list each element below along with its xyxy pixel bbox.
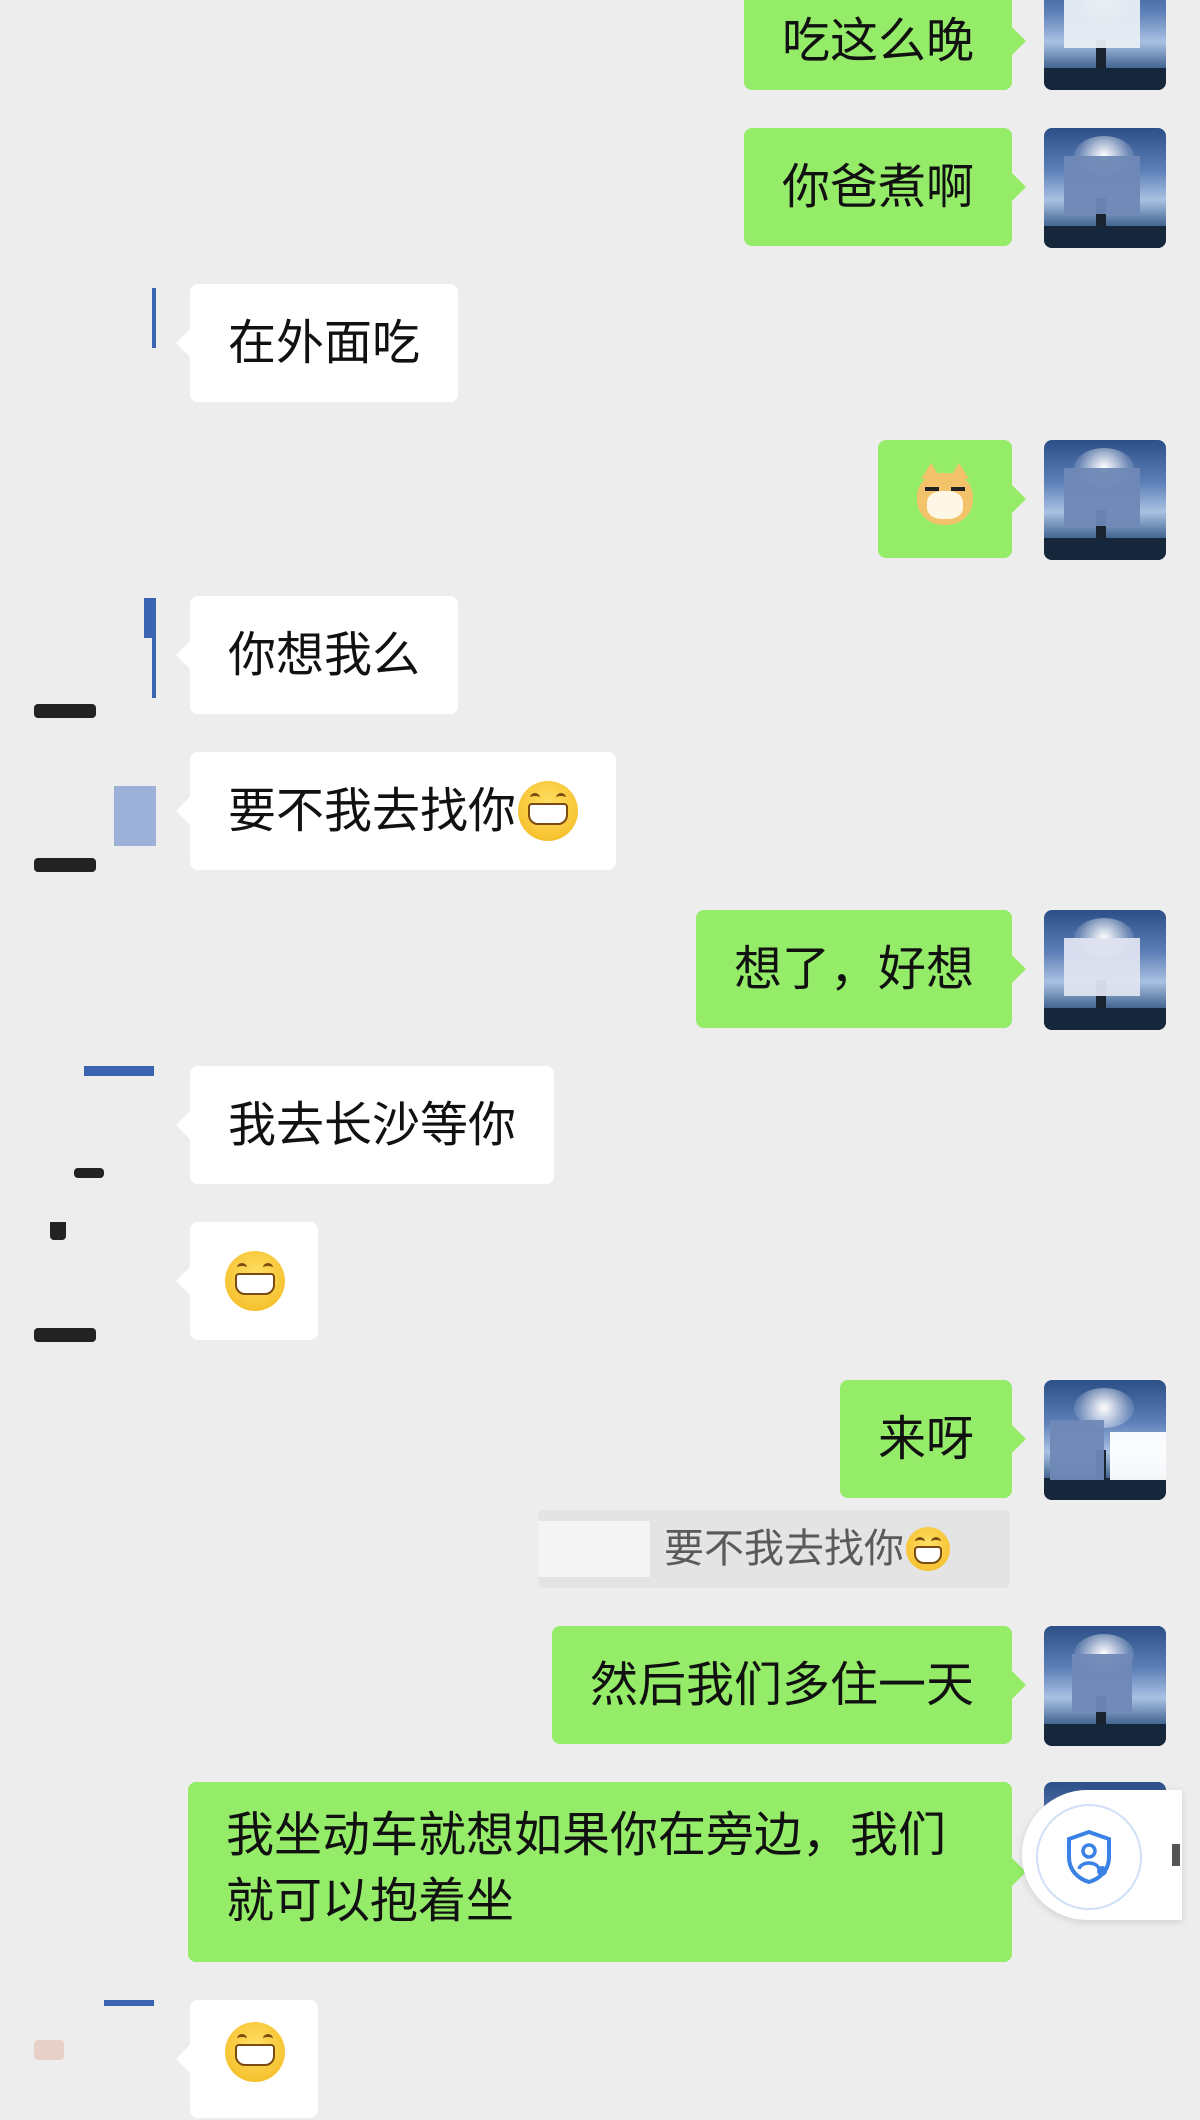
- avatar[interactable]: [34, 752, 156, 872]
- message-bubble-sent[interactable]: 你爸煮啊: [743, 128, 1027, 246]
- grinning-face-emoji-icon: [225, 2022, 285, 2082]
- message-bubble-received[interactable]: 我去长沙等你: [175, 1066, 555, 1184]
- message-bubble-sent[interactable]: [878, 440, 1026, 558]
- message-text: 我去长沙等你: [228, 1097, 517, 1153]
- quoted-message[interactable]: 要不我去找你: [538, 1510, 1010, 1588]
- avatar[interactable]: [1044, 1626, 1166, 1746]
- grinning-face-emoji-icon: [225, 1251, 285, 1311]
- avatar[interactable]: [1044, 128, 1166, 248]
- message-text: 在外面吃: [228, 315, 421, 371]
- message-bubble-received[interactable]: 在外面吃: [175, 284, 459, 402]
- message-bubble-sent[interactable]: 想了，好想: [695, 910, 1027, 1028]
- avatar[interactable]: [34, 1066, 156, 1186]
- message-text: 你想我么: [228, 627, 421, 683]
- avatar[interactable]: [1044, 1380, 1166, 1500]
- avatar[interactable]: [1044, 0, 1166, 90]
- message-text: 来呀: [877, 1411, 974, 1467]
- message-bubble-sent[interactable]: 吃这么晚: [743, 0, 1027, 90]
- shield-person-icon: [1036, 1804, 1142, 1910]
- message-bubble-received[interactable]: 你想我么: [175, 596, 459, 714]
- avatar[interactable]: [34, 284, 156, 404]
- floating-security-button[interactable]: [1022, 1790, 1182, 1920]
- dog-face-emoji-icon: [917, 463, 973, 525]
- message-text: 想了，好想: [733, 941, 974, 997]
- message-bubble-received[interactable]: 要不我去找你: [175, 752, 617, 870]
- avatar[interactable]: [34, 1222, 156, 1342]
- quote-sender-blur: [538, 1521, 650, 1577]
- message-bubble-received[interactable]: [176, 1222, 318, 1340]
- message-text: 吃这么晚: [781, 13, 974, 69]
- message-bubble-received[interactable]: [176, 2000, 318, 2118]
- grinning-face-emoji-icon: [906, 1527, 950, 1571]
- message-bubble-sent[interactable]: 然后我们多住一天: [551, 1626, 1027, 1744]
- quote-text: 要不我去找你: [664, 1526, 904, 1572]
- message-text: 要不我去找你: [228, 783, 517, 839]
- avatar[interactable]: [34, 598, 156, 718]
- message-text: 你爸煮啊: [781, 159, 974, 215]
- avatar[interactable]: [1044, 440, 1166, 560]
- message-bubble-sent[interactable]: 我坐动车就想如果你在旁边，我们就可以抱着坐: [188, 1782, 1026, 1962]
- message-text: 然后我们多住一天: [589, 1657, 974, 1713]
- message-text: 我坐动车就想如果你在旁边，我们就可以抱着坐: [226, 1807, 947, 1929]
- grinning-face-emoji-icon: [518, 781, 579, 841]
- avatar[interactable]: [1044, 910, 1166, 1030]
- message-bubble-sent[interactable]: 来呀: [839, 1380, 1027, 1498]
- avatar[interactable]: [34, 2000, 156, 2120]
